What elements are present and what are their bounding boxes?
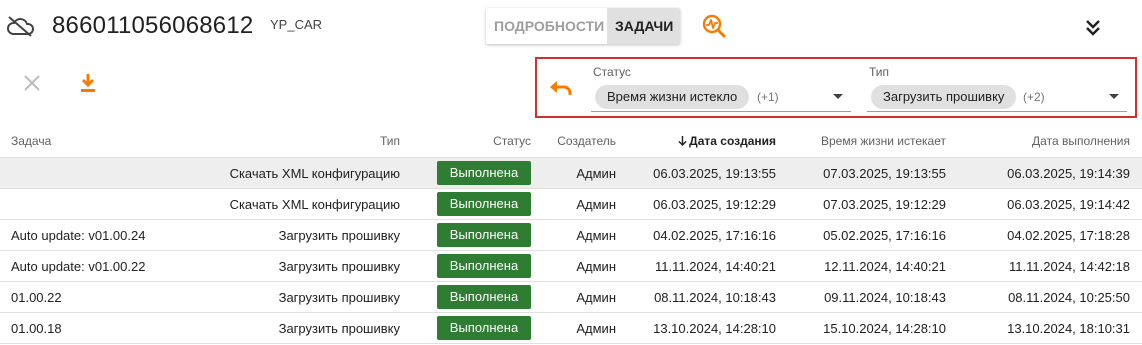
cell-type: Скачать XML конфигурацию	[229, 197, 400, 212]
cell-created: 06.03.2025, 19:12:29	[653, 197, 776, 212]
type-filter-select[interactable]: Загрузить прошивку (+2)	[867, 82, 1127, 112]
table-row[interactable]: 01.00.22 Загрузить прошивку Выполнена Ад…	[0, 282, 1142, 313]
cell-type: Загрузить прошивку	[278, 259, 400, 274]
status-filter-chip[interactable]: Время жизни истекло	[595, 85, 750, 109]
table-row[interactable]: 01.00.18 Загрузить прошивку Выполнена Ад…	[0, 313, 1142, 344]
column-header-completed[interactable]: Дата выполнения	[1032, 134, 1130, 148]
cell-expires: 12.11.2024, 14:40:21	[824, 259, 946, 274]
status-filter-extra-count: (+1)	[757, 90, 779, 104]
tab-tasks[interactable]: ЗАДАЧИ	[607, 8, 680, 44]
cell-creator: Админ	[576, 228, 616, 243]
tab-bar: ПОДРОБНОСТИ ЗАДАЧИ	[486, 8, 680, 44]
type-filter-extra-count: (+2)	[1023, 90, 1045, 104]
table-row[interactable]: Auto update: v01.00.24 Загрузить прошивк…	[0, 220, 1142, 251]
type-filter-chip[interactable]: Загрузить прошивку	[871, 85, 1017, 109]
arrow-down-icon	[678, 136, 687, 147]
type-filter-label: Тип	[869, 65, 890, 79]
tab-details[interactable]: ПОДРОБНОСТИ	[486, 8, 607, 44]
cell-completed: 06.03.2025, 19:14:42	[1007, 197, 1130, 212]
table-row[interactable]: Скачать XML конфигурацию Выполнена Админ…	[0, 189, 1142, 220]
type-filter-caret-icon[interactable]	[1109, 94, 1119, 99]
cell-completed: 11.11.2024, 14:42:18	[1009, 259, 1130, 274]
page-header: 866011056068612 YP_CAR ПОДРОБНОСТИ ЗАДАЧ…	[0, 0, 1142, 52]
type-filter: Тип Загрузить прошивку (+2)	[867, 65, 1127, 112]
cell-task: 01.00.22	[11, 290, 62, 305]
double-chevron-down-icon[interactable]	[1082, 16, 1104, 38]
column-header-expires[interactable]: Время жизни истекает	[821, 134, 946, 148]
cloud-off-icon	[7, 16, 34, 37]
table-row[interactable]: Скачать XML конфигурацию Выполнена Админ…	[0, 158, 1142, 189]
column-header-task[interactable]: Задача	[11, 134, 51, 148]
status-filter: Статус Время жизни истекло (+1)	[591, 65, 851, 112]
close-icon[interactable]	[22, 73, 42, 93]
cell-completed: 13.10.2024, 18:10:31	[1007, 321, 1130, 336]
status-badge: Выполнена	[437, 254, 531, 278]
cell-type: Загрузить прошивку	[278, 290, 400, 305]
search-activity-icon[interactable]	[700, 12, 726, 38]
status-badge: Выполнена	[437, 223, 531, 247]
column-header-type[interactable]: Тип	[380, 134, 400, 148]
tasks-table: Задача Тип Статус Создатель Дата создани…	[0, 125, 1142, 344]
download-icon[interactable]	[78, 72, 98, 94]
column-header-creator[interactable]: Создатель	[557, 134, 616, 148]
status-filter-caret-icon[interactable]	[833, 94, 843, 99]
filter-panel: Статус Время жизни истекло (+1) Тип Загр…	[535, 57, 1137, 118]
column-header-status[interactable]: Статус	[493, 134, 531, 148]
device-name: YP_CAR	[270, 17, 323, 32]
device-id: 866011056068612	[52, 12, 254, 39]
table-row[interactable]: Auto update: v01.00.22 Загрузить прошивк…	[0, 251, 1142, 282]
cell-creator: Админ	[576, 197, 616, 212]
cell-created: 06.03.2025, 19:13:55	[653, 166, 776, 181]
cell-created: 08.11.2024, 10:18:43	[654, 290, 776, 305]
status-badge: Выполнена	[437, 161, 531, 185]
column-header-created[interactable]: Дата создания	[678, 134, 776, 148]
cell-task: Auto update: v01.00.24	[11, 228, 146, 243]
cell-creator: Админ	[576, 290, 616, 305]
status-badge: Выполнена	[437, 192, 531, 216]
cell-task: 01.00.18	[11, 321, 62, 336]
cell-created: 11.11.2024, 14:40:21	[655, 259, 776, 274]
cell-expires: 09.11.2024, 10:18:43	[824, 290, 946, 305]
cell-creator: Админ	[576, 166, 616, 181]
status-filter-label: Статус	[593, 65, 631, 79]
cell-expires: 07.03.2025, 19:12:29	[823, 197, 946, 212]
column-header-created-label: Дата создания	[689, 134, 776, 148]
cell-created: 13.10.2024, 14:28:10	[653, 321, 776, 336]
cell-completed: 06.03.2025, 19:14:39	[1007, 166, 1130, 181]
cell-expires: 07.03.2025, 19:13:55	[823, 166, 946, 181]
cell-completed: 08.11.2024, 10:25:50	[1008, 290, 1130, 305]
status-badge: Выполнена	[437, 285, 531, 309]
status-filter-select[interactable]: Время жизни истекло (+1)	[591, 82, 851, 112]
cell-task: Auto update: v01.00.22	[11, 259, 146, 274]
cell-creator: Админ	[576, 321, 616, 336]
cell-type: Скачать XML конфигурацию	[229, 166, 400, 181]
cell-completed: 04.02.2025, 17:18:28	[1007, 228, 1130, 243]
cell-created: 04.02.2025, 17:16:16	[653, 228, 776, 243]
status-badge: Выполнена	[437, 316, 531, 340]
cell-type: Загрузить прошивку	[278, 321, 400, 336]
cell-type: Загрузить прошивку	[278, 228, 400, 243]
table-header: Задача Тип Статус Создатель Дата создани…	[0, 125, 1142, 158]
cell-expires: 15.10.2024, 14:28:10	[823, 321, 946, 336]
cell-expires: 05.02.2025, 17:16:16	[823, 228, 946, 243]
cell-creator: Админ	[576, 259, 616, 274]
undo-icon[interactable]	[549, 79, 573, 99]
